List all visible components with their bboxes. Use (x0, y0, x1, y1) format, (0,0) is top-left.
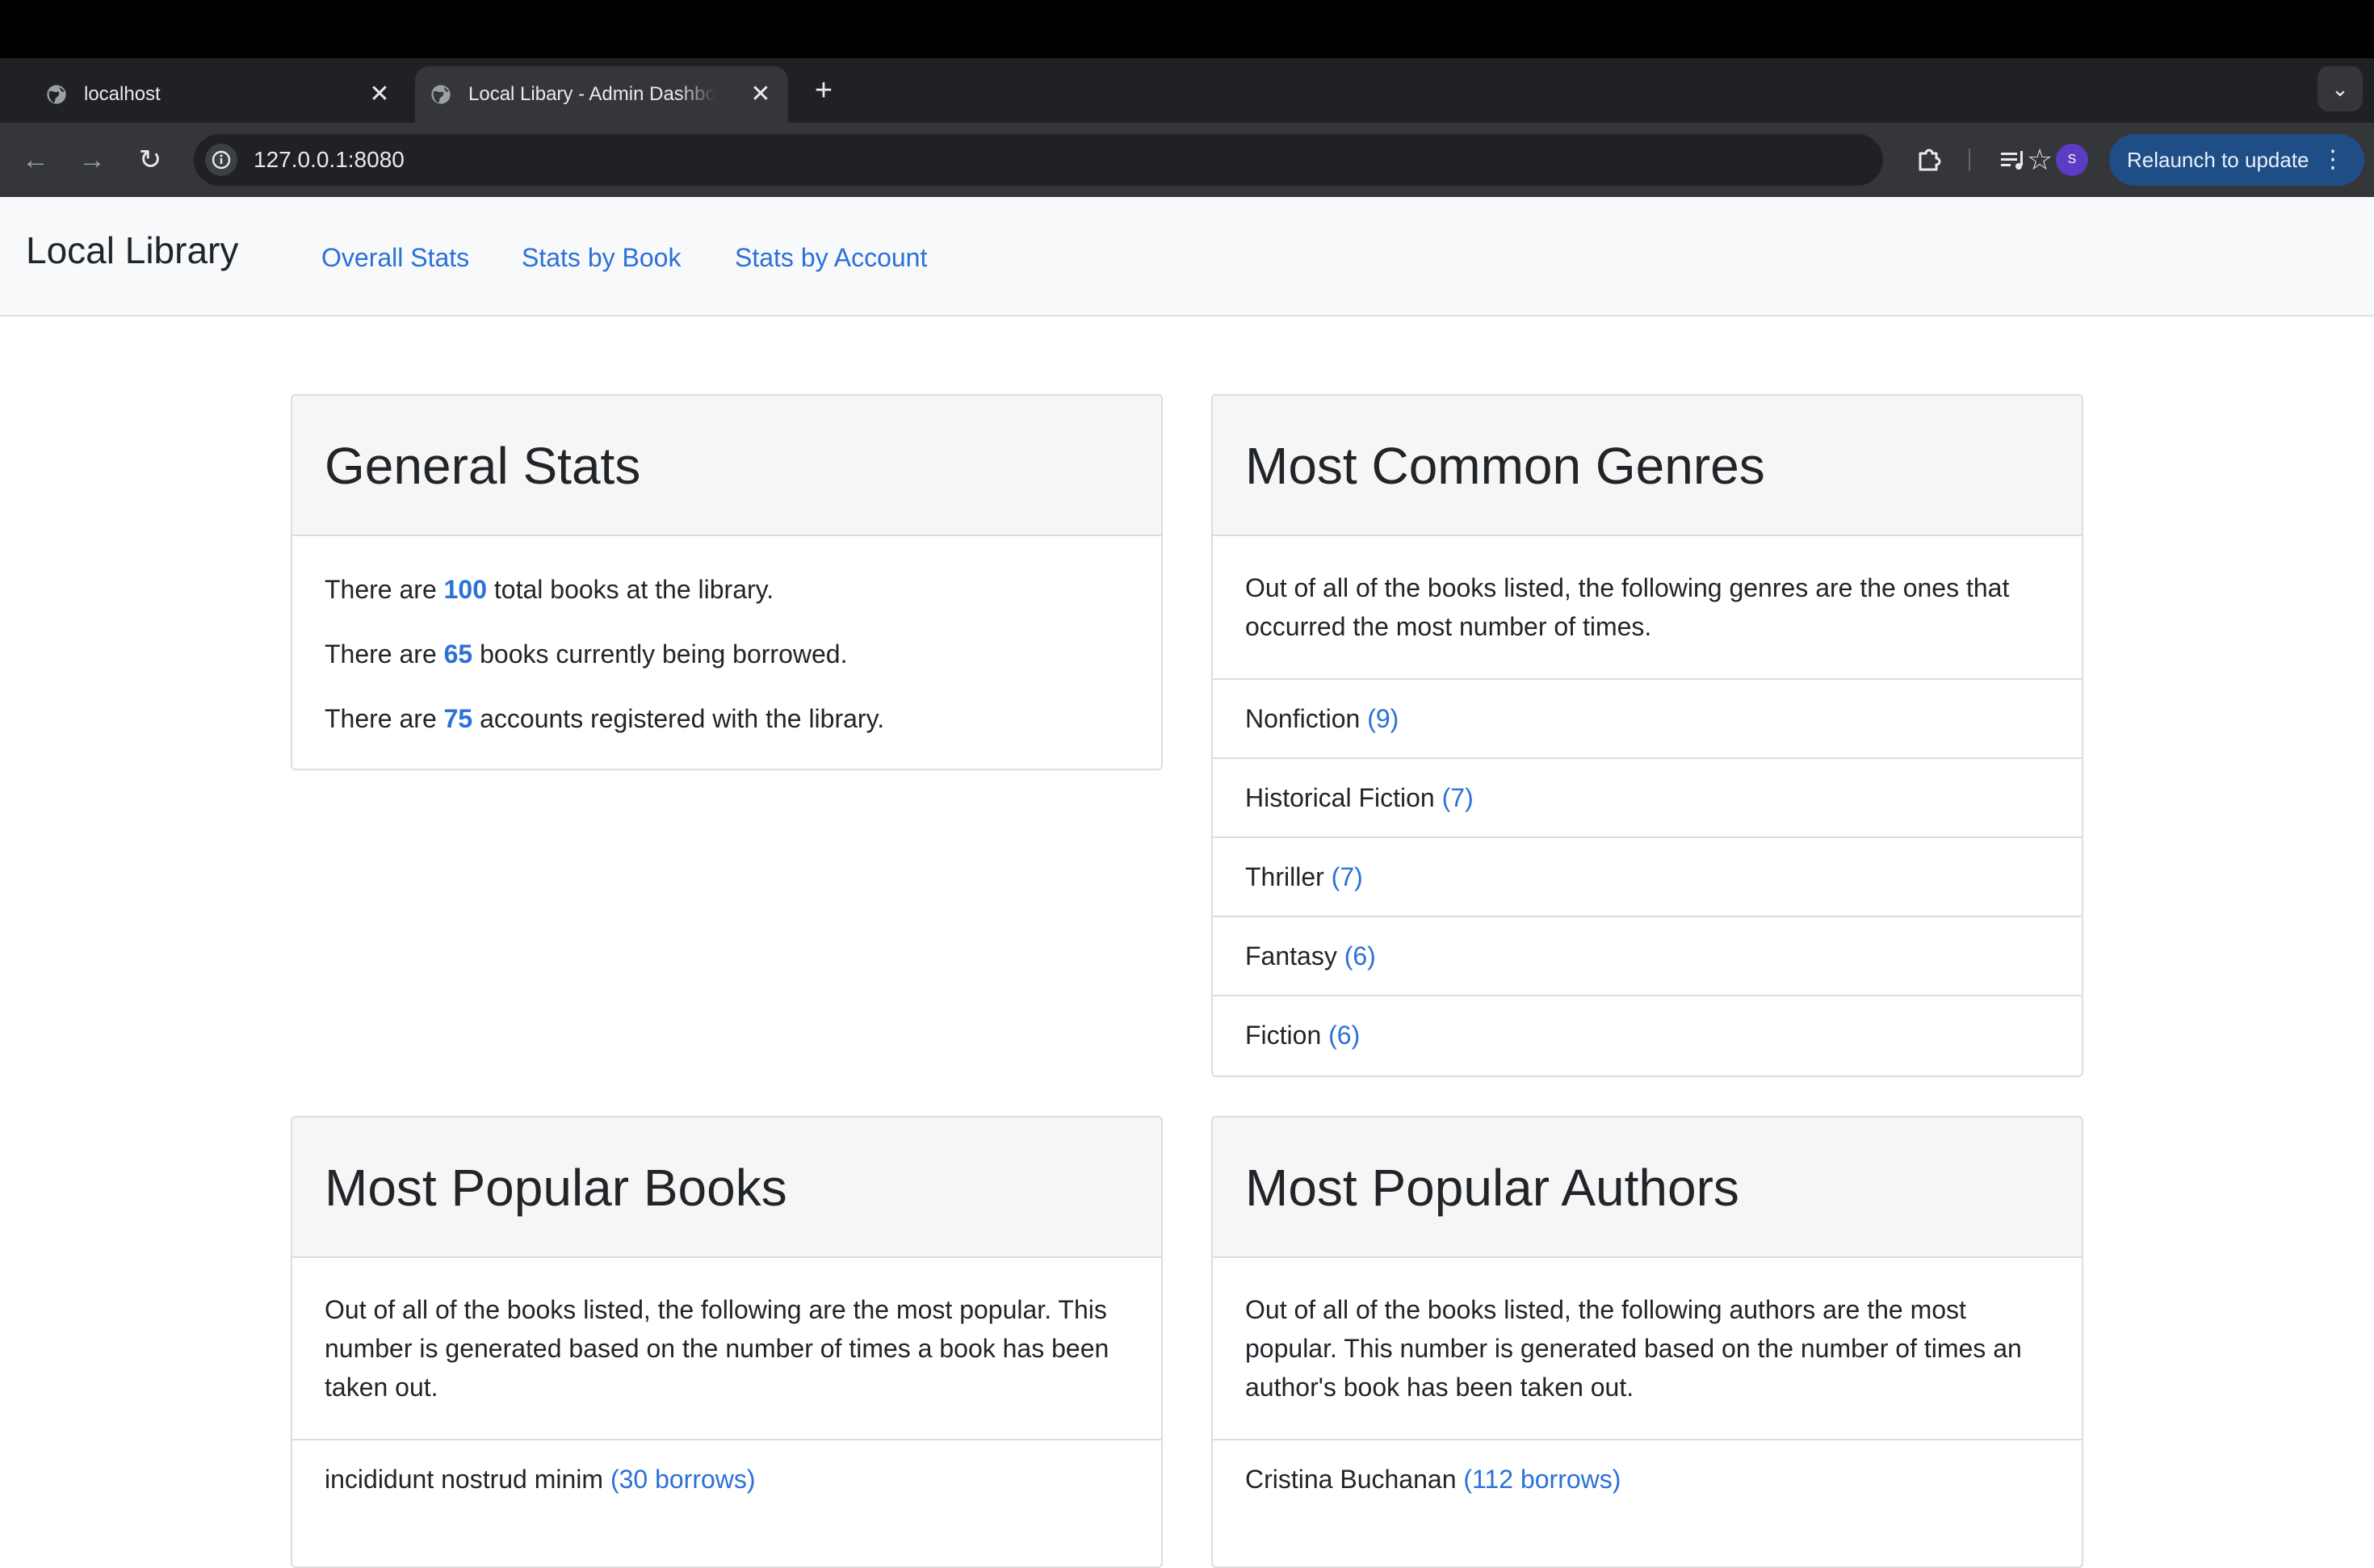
general-stats-card: General Stats There are 100 total books … (291, 394, 1163, 770)
browser-toolbar: ← → ↻ 127.0.0.1:8080 ☆ S Relaunch to upd… (0, 123, 2374, 197)
list-item: Historical Fiction (7) (1213, 757, 2082, 836)
genre-count: (7) (1331, 862, 1363, 891)
card-header: General Stats (292, 396, 1161, 536)
card-title: Most Popular Authors (1245, 1159, 1739, 1217)
brand[interactable]: Local Library (26, 197, 238, 304)
card-header: Most Popular Authors (1213, 1117, 2082, 1258)
author-name: Cristina Buchanan (1245, 1465, 1457, 1494)
card-description: Out of all of the books listed, the foll… (325, 1295, 1109, 1402)
genre-count: (6) (1328, 1021, 1361, 1050)
tab-admin-dashboard[interactable]: Local Libary - Admin Dashboard ✕ (415, 66, 788, 123)
stat-prefix: There are (325, 575, 444, 604)
stat-suffix: books currently being borrowed. (472, 639, 848, 669)
genre-count: (7) (1441, 783, 1474, 812)
list-item: Nonfiction (9) (1213, 678, 2082, 757)
relaunch-label: Relaunch to update (2127, 148, 2309, 172)
stat-value: 65 (443, 639, 473, 669)
list-item: incididunt nostrud minim (30 borrows) (292, 1439, 1161, 1518)
card-body: There are 100 total books at the library… (292, 536, 1161, 738)
more-vert-icon[interactable]: ⋮ (2321, 134, 2345, 186)
tab-strip: localhost ✕ Local Libary - Admin Dashboa… (0, 58, 2374, 123)
new-tab-plus-icon[interactable]: + (807, 74, 840, 107)
toolbar-divider (1969, 149, 1970, 171)
site-navbar: Local Library Overall Stats Stats by Boo… (0, 197, 2374, 317)
card-header: Most Common Genres (1213, 396, 2082, 536)
card-title: Most Common Genres (1245, 437, 1765, 495)
borrow-count: (30 borrows) (610, 1465, 756, 1494)
globe-icon (47, 85, 66, 104)
card-title: General Stats (325, 437, 641, 495)
media-controls-icon[interactable] (1991, 139, 2033, 181)
book-name: incididunt nostrud minim (325, 1465, 604, 1494)
list-item: Cristina Buchanan (112 borrows) (1213, 1439, 2082, 1518)
genre-name: Historical Fiction (1245, 783, 1435, 812)
tab-title: localhost (84, 83, 161, 105)
tab-title: Local Libary - Admin Dashboard (468, 83, 715, 105)
genre-count: (6) (1344, 941, 1376, 971)
relaunch-to-update-button[interactable]: Relaunch to update ⋮ (2109, 134, 2364, 186)
stat-value: 75 (443, 704, 473, 733)
card-description: Out of all of the books listed, the foll… (1245, 1295, 2022, 1402)
genre-name: Fantasy (1245, 941, 1337, 971)
os-top-bar (0, 0, 2374, 58)
info-icon[interactable] (205, 144, 237, 176)
stat-prefix: There are (325, 639, 444, 669)
list-item: Thriller (7) (1213, 836, 2082, 916)
nav-link-overall-stats[interactable]: Overall Stats (321, 197, 469, 315)
list-item: Fiction (6) (1213, 995, 2082, 1074)
stat-accounts: There are 75 accounts registered with th… (325, 699, 1129, 738)
popular-books-card: Most Popular Books Out of all of the boo… (291, 1116, 1163, 1568)
genre-name: Thriller (1245, 862, 1324, 891)
borrow-count: (112 borrows) (1463, 1465, 1621, 1494)
stat-value: 100 (443, 575, 488, 604)
url-text[interactable]: 127.0.0.1:8080 (254, 134, 405, 186)
nav-link-stats-by-book[interactable]: Stats by Book (522, 197, 681, 315)
nav-link-stats-by-account[interactable]: Stats by Account (735, 197, 927, 315)
stat-prefix: There are (325, 704, 444, 733)
genres-card: Most Common Genres Out of all of the boo… (1211, 394, 2083, 1077)
stat-suffix: accounts registered with the library. (472, 704, 885, 733)
stat-total-books: There are 100 total books at the library… (325, 570, 1129, 609)
address-bar[interactable]: 127.0.0.1:8080 ☆ (194, 134, 2053, 186)
reload-icon[interactable]: ↻ (129, 139, 171, 181)
card-header: Most Popular Books (292, 1117, 1161, 1258)
popular-authors-card: Most Popular Authors Out of all of the b… (1211, 1116, 2083, 1568)
close-icon[interactable]: ✕ (746, 66, 775, 123)
chevron-down-icon[interactable]: ⌄ (2317, 66, 2363, 111)
stat-borrowed-books: There are 65 books currently being borro… (325, 635, 1129, 673)
genre-name: Nonfiction (1245, 704, 1361, 733)
genre-count: (9) (1367, 704, 1399, 733)
profile-avatar[interactable]: S (2056, 144, 2088, 176)
card-title: Most Popular Books (325, 1159, 787, 1217)
card-description: Out of all of the books listed, the foll… (1245, 573, 2010, 641)
tab-localhost[interactable]: localhost ✕ (0, 66, 412, 123)
extensions-puzzle-icon[interactable] (1909, 139, 1951, 181)
back-arrow-icon[interactable]: ← (15, 139, 57, 181)
genre-name: Fiction (1245, 1021, 1322, 1050)
list-item: Fantasy (6) (1213, 916, 2082, 995)
globe-icon (431, 85, 451, 104)
stat-suffix: total books at the library. (487, 575, 774, 604)
close-icon[interactable]: ✕ (365, 66, 394, 123)
forward-arrow-icon[interactable]: → (71, 139, 113, 181)
